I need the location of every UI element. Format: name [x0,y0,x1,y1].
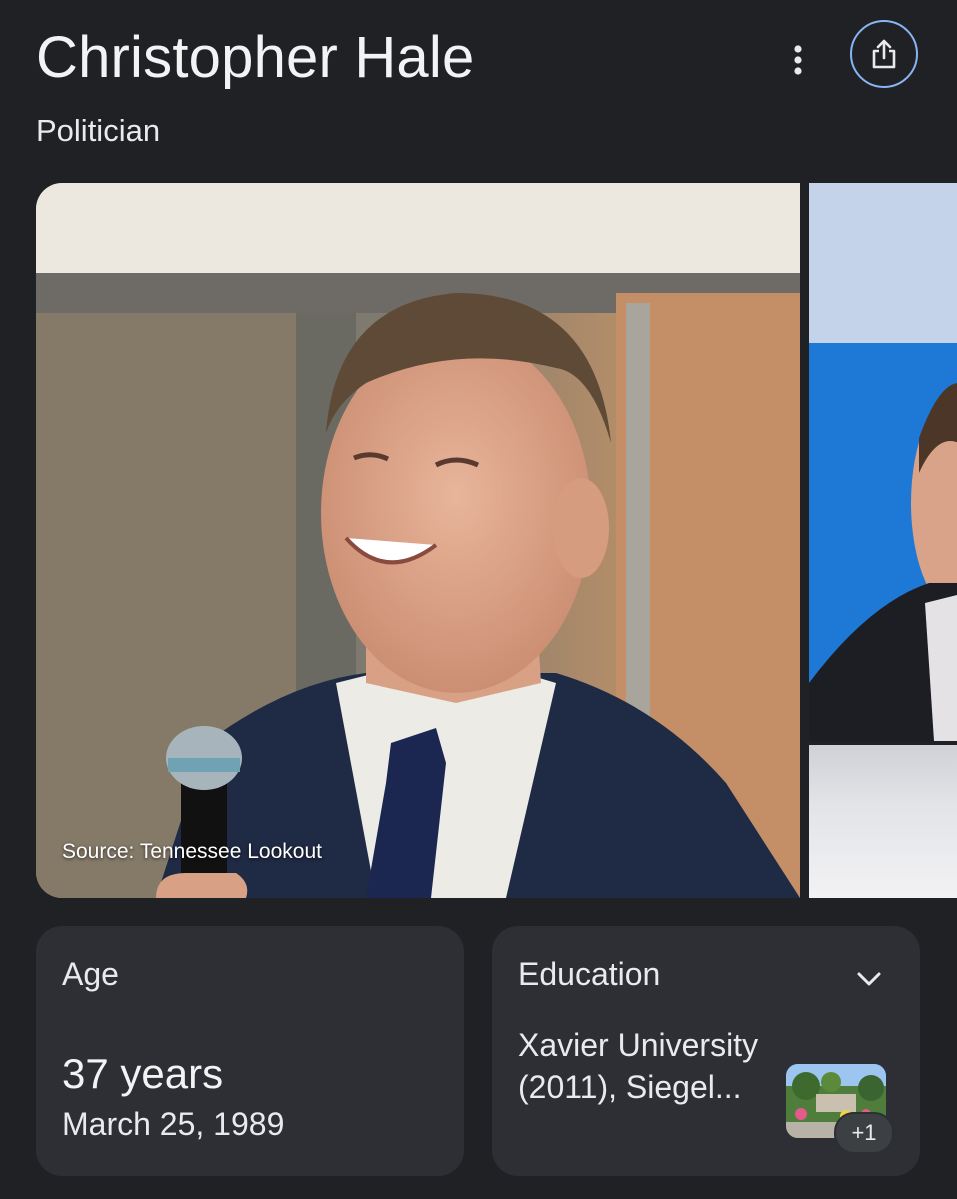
education-label: Education [518,956,661,992]
more-count-badge[interactable]: +1 [834,1112,894,1154]
secondary-portrait-image [809,183,957,741]
age-label: Age [62,956,119,992]
tertiary-photo[interactable] [809,745,957,898]
birth-date: March 25, 1989 [62,1106,285,1142]
image-source-caption: Source: Tennessee Lookout [62,840,322,863]
page-title: Christopher Hale [36,25,475,90]
more-vert-icon [794,45,802,75]
education-card[interactable]: Education Xavier University (2011), Sieg… [492,926,920,1176]
education-value: Xavier University (2011), Siegel... [518,1027,759,1105]
entity-type: Politician [36,113,161,148]
image-gallery[interactable]: Source: Tennessee Lookout [36,183,957,898]
chevron-down-icon[interactable] [854,964,884,994]
more-options-button[interactable] [778,40,818,80]
main-photo[interactable]: Source: Tennessee Lookout [36,183,800,898]
share-icon [872,39,896,69]
secondary-photo[interactable] [809,183,957,741]
age-value: 37 years [62,1050,224,1097]
portrait-image [36,183,800,898]
share-button[interactable] [850,20,918,88]
age-card[interactable]: Age 37 years March 25, 1989 [36,926,464,1176]
